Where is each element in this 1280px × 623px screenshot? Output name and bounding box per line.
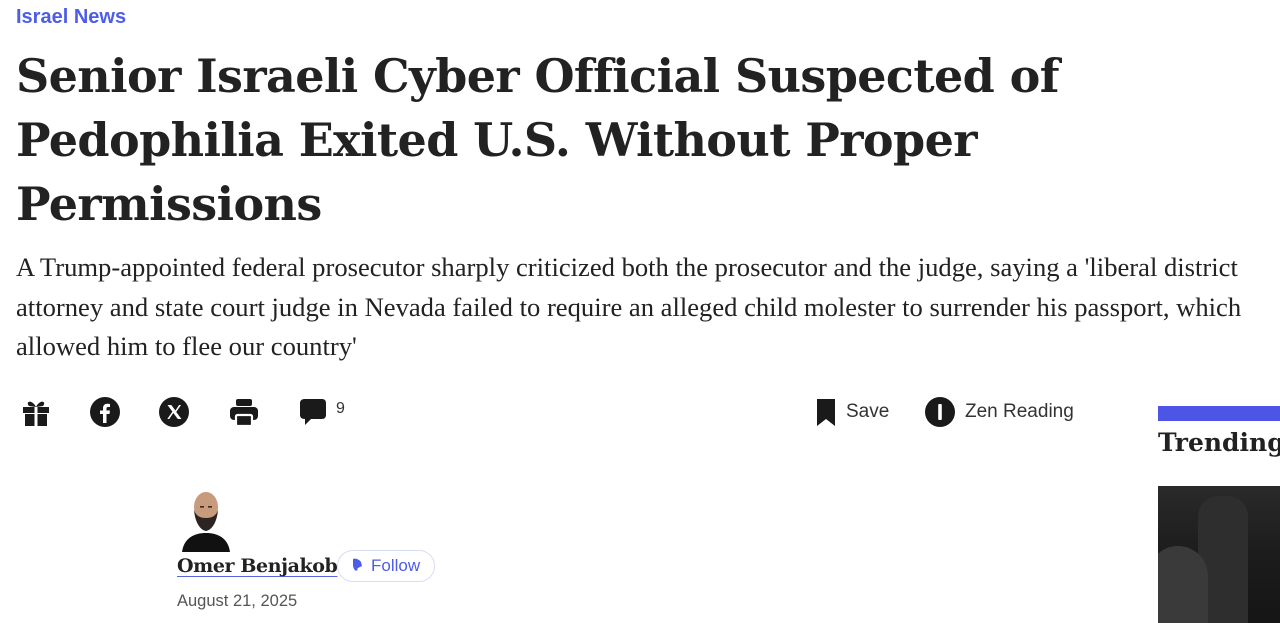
publish-date: August 21, 2025: [177, 592, 298, 610]
save-label: Save: [846, 401, 890, 422]
gift-icon: [20, 396, 52, 428]
trending-thumbnail[interactable]: [1158, 486, 1280, 623]
bookmark-icon: [815, 396, 837, 428]
follow-label: Follow: [371, 556, 421, 575]
trending-accent-bar: [1158, 406, 1280, 421]
gift-button[interactable]: [20, 392, 52, 432]
x-share-button[interactable]: [158, 392, 190, 432]
zen-icon: [924, 396, 956, 428]
follow-button[interactable]: Follow: [337, 550, 436, 582]
author-name-link[interactable]: Omer Benjakob: [177, 555, 338, 577]
facebook-icon: [89, 396, 121, 428]
comment-count: 9: [336, 400, 345, 417]
trending-heading: Trending: [1158, 428, 1280, 457]
zen-reading-label: Zen Reading: [965, 401, 1074, 422]
share-toolbar: 9 Save Zen Reading: [0, 392, 1100, 432]
comments-button[interactable]: 9: [296, 392, 345, 432]
print-button[interactable]: [227, 392, 261, 432]
section-link[interactable]: Israel News: [16, 6, 126, 29]
x-icon: [158, 396, 190, 428]
save-button[interactable]: Save: [815, 392, 889, 432]
zen-reading-button[interactable]: Zen Reading: [924, 392, 1074, 432]
article-subtitle: A Trump-appointed federal prosecutor sha…: [16, 252, 1242, 361]
comment-icon: [296, 395, 330, 429]
article-headline: Senior Israeli Cyber Official Suspected …: [16, 49, 1060, 231]
print-icon: [227, 396, 261, 428]
author-avatar[interactable]: [178, 486, 234, 552]
bell-icon: [350, 557, 364, 576]
facebook-share-button[interactable]: [89, 392, 121, 432]
